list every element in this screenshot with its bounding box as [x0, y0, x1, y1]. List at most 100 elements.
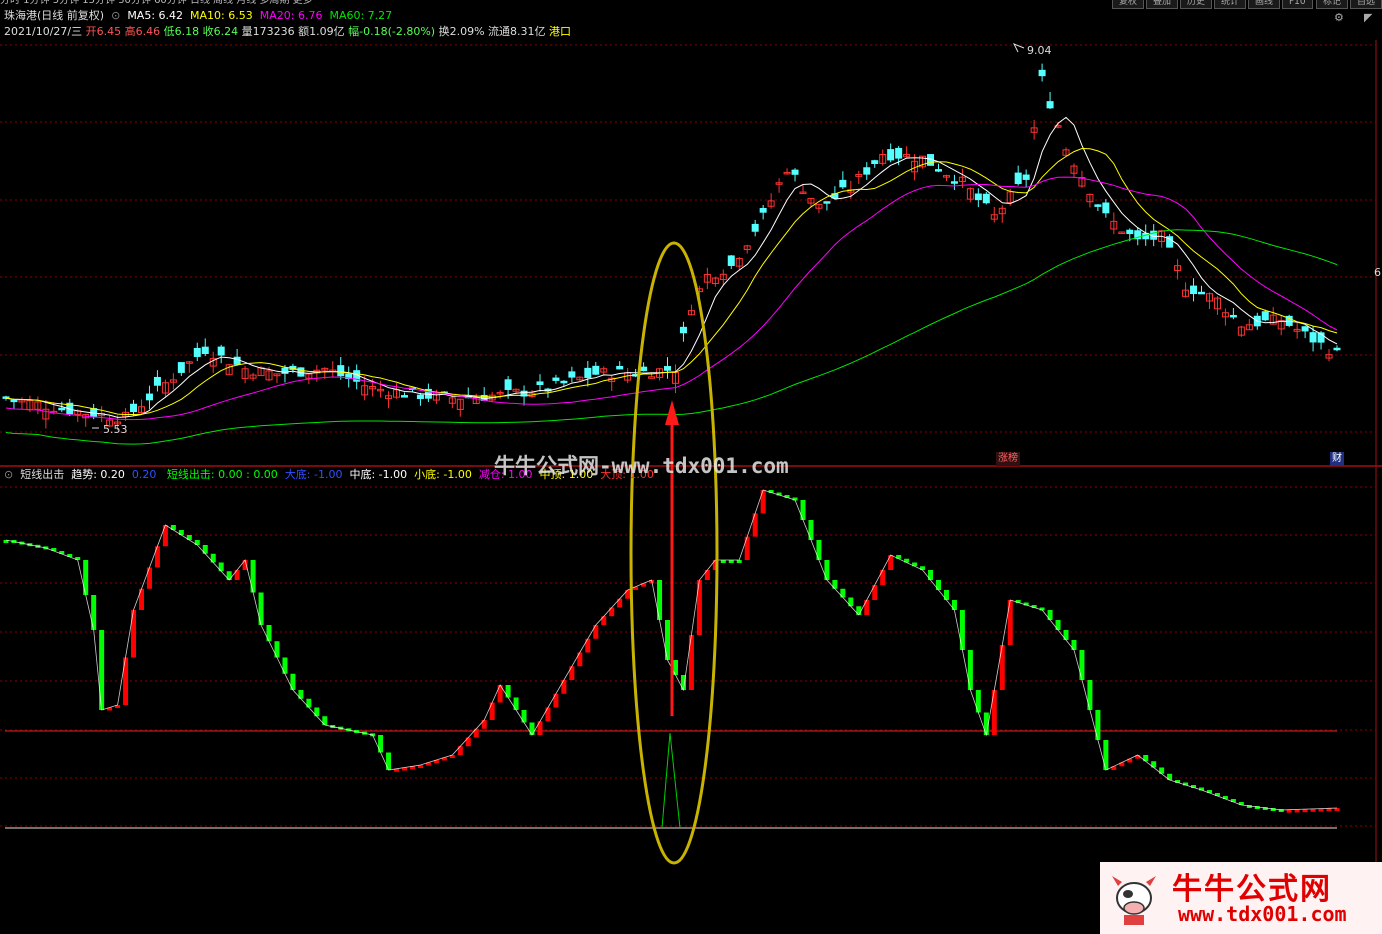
candle-body [640, 366, 648, 372]
candle-body [616, 365, 624, 370]
candle-body [1038, 69, 1046, 77]
indicator-bar [999, 645, 1005, 690]
indicator-bar [1095, 710, 1101, 740]
indicator-bar [489, 702, 495, 720]
candle-body [871, 160, 879, 164]
candle-body [1333, 347, 1341, 351]
candle-body [1198, 291, 1205, 295]
candle-body [950, 181, 958, 184]
right-axis-label: 6 [1374, 266, 1381, 279]
indicator-bar [282, 657, 288, 674]
candle-body [1301, 326, 1309, 332]
indicator-bar [561, 680, 567, 694]
indicator-bar [266, 625, 272, 642]
candle-body [1046, 101, 1054, 109]
candle-body [863, 167, 871, 175]
candlesticks [2, 63, 1341, 431]
candle-body [1014, 172, 1022, 185]
indicator-bar [824, 560, 830, 580]
ma20-line [5, 176, 1338, 421]
indicator-bar [83, 560, 89, 595]
date-label: 2021/10/27/三 [4, 25, 83, 38]
indicator-bar [1079, 650, 1085, 680]
ma60-label: MA60: 7.27 [329, 9, 393, 22]
trend-value: 0.20 [131, 468, 157, 481]
candle-body [153, 376, 161, 386]
indicator-bar [856, 606, 862, 615]
candle-body [791, 169, 799, 175]
indicator-bar [226, 571, 232, 580]
indicator-bar [553, 693, 559, 708]
indicator-bar [840, 588, 846, 598]
indicator-bar [736, 560, 742, 563]
indicator-bar [1302, 809, 1308, 813]
candle-body [1229, 314, 1237, 318]
finance-tag[interactable]: 财 [1330, 452, 1344, 466]
indicator-bar [951, 600, 957, 610]
indicator-bar [991, 690, 997, 735]
candle-body [130, 403, 138, 413]
indicator-bar [617, 598, 623, 608]
candle-body [1126, 229, 1134, 235]
change-label: 幅-0.18(-2.80%) [348, 25, 436, 38]
indicator-bar [1103, 740, 1109, 770]
indicator-bar [521, 710, 527, 723]
moving-averages [5, 116, 1338, 445]
indicator-bar [569, 666, 575, 680]
trend-label: 趋势: 0.20 [71, 468, 125, 481]
indicator-bar [537, 721, 543, 735]
rank-tag[interactable]: 涨榜 [996, 452, 1020, 466]
cow-logo-icon [1108, 868, 1160, 928]
small-bottom-label: 小底: -1.00 [414, 468, 472, 481]
big-bottom-label: 大底: -1.00 [284, 468, 343, 481]
candle-body [177, 362, 185, 373]
indicator-bar [816, 540, 822, 560]
candle-body [58, 407, 66, 411]
high-price-label: 9.04 [1027, 44, 1052, 57]
float-label: 流通8.31亿 [488, 25, 546, 38]
indicator-bar [967, 650, 973, 690]
indicator-bar [593, 625, 599, 639]
indicator-name[interactable]: 短线出击 [20, 468, 64, 481]
indicator-bar [473, 728, 479, 738]
indicator-bar [744, 536, 750, 560]
indicator-settings-icon[interactable]: ⊙ [4, 468, 17, 481]
indicator-bar [625, 590, 631, 599]
candle-body [536, 381, 544, 386]
low-label: 低6.18 [163, 25, 200, 38]
indicator-bar [386, 752, 392, 770]
candle-body [1022, 174, 1030, 180]
candle-body [751, 223, 759, 232]
indicator-bar [1087, 680, 1093, 710]
candle-body [416, 394, 424, 400]
indicator-bar [529, 722, 535, 735]
indicator-bar [505, 685, 511, 698]
high-label: 高6.46 [124, 25, 161, 38]
indicator-bar [672, 660, 678, 675]
stock-name[interactable]: 珠海港(日线 前复权) [4, 9, 104, 22]
region-label: 港口 [549, 25, 572, 38]
candle-body [193, 347, 201, 357]
candle-body [217, 346, 225, 356]
candle-body [1102, 202, 1110, 214]
signal-arrow-head [665, 400, 679, 425]
indicator-bar [1055, 620, 1061, 630]
candle-body [974, 193, 982, 201]
candle-body [1094, 204, 1102, 207]
candle-body [823, 201, 831, 204]
settings-icon[interactable]: ⊙ [108, 9, 124, 22]
logo-url: www.tdx001.com [1178, 902, 1347, 926]
indicator-bar [888, 555, 894, 570]
candle-body [648, 376, 656, 379]
signal-spike [661, 732, 681, 829]
candle-body [895, 147, 903, 159]
candle-body [934, 169, 942, 172]
ma10-label: MA10: 6.53 [190, 9, 253, 22]
indicator-bar [1063, 630, 1069, 640]
candle-body [337, 365, 345, 377]
indicator-bar [928, 570, 934, 580]
candle-body [887, 149, 895, 161]
indicator-bar [290, 673, 296, 690]
header-row-2: 2021/10/27/三 开6.45 高6.46 低6.18 收6.24 量17… [4, 25, 571, 39]
indicator-bar [465, 737, 471, 747]
